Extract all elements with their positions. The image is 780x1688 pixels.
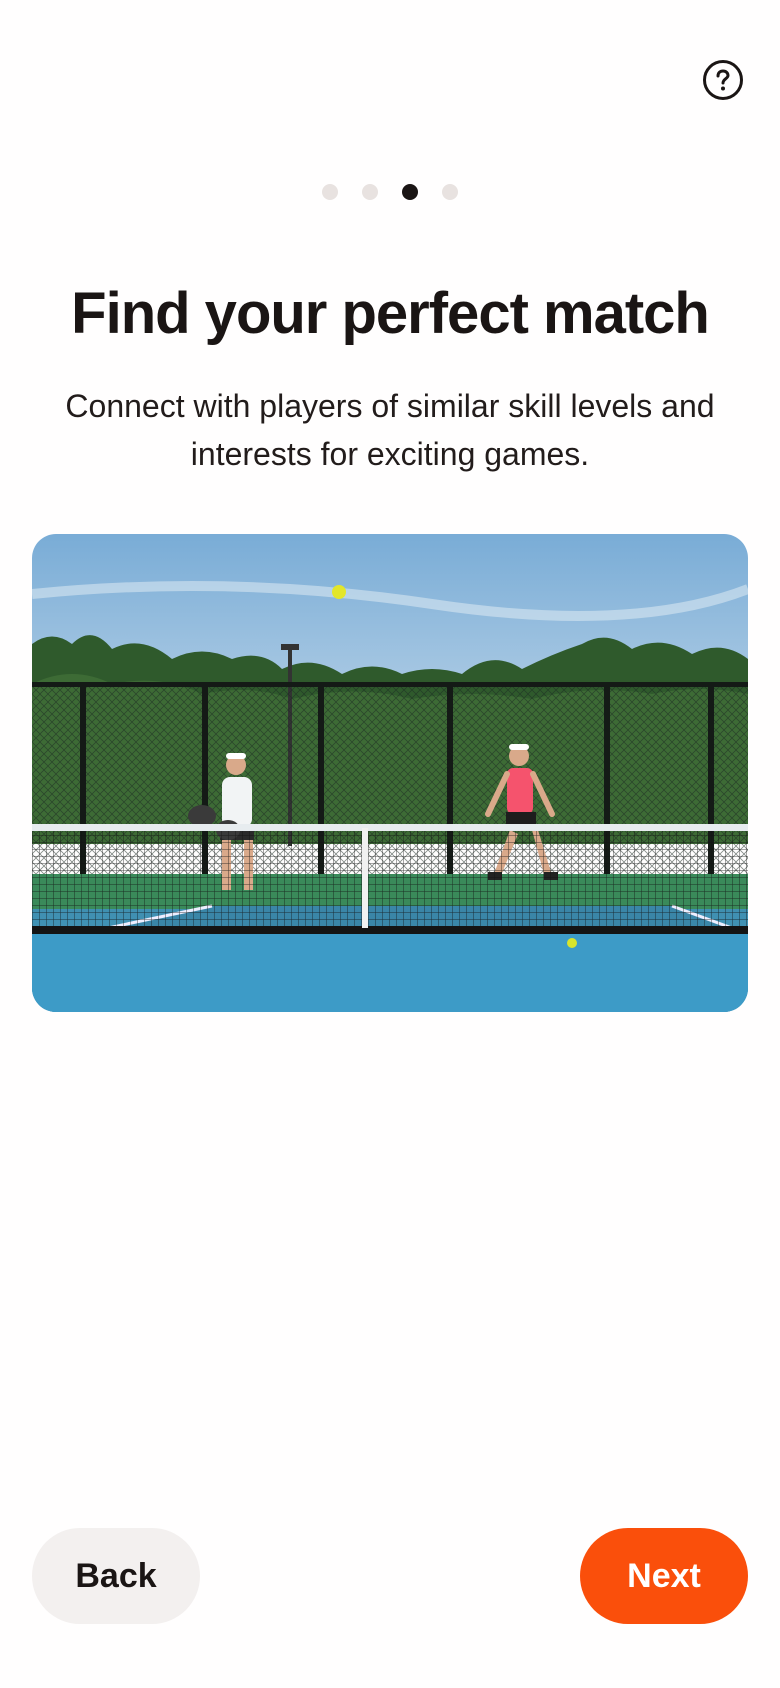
step-dot-active [402, 184, 418, 200]
step-dot [362, 184, 378, 200]
hero-image [32, 534, 748, 1012]
step-indicator [0, 184, 780, 200]
next-button[interactable]: Next [580, 1528, 748, 1624]
help-button[interactable] [703, 60, 743, 100]
back-button[interactable]: Back [32, 1528, 200, 1624]
question-circle-icon [716, 69, 730, 91]
step-dot [322, 184, 338, 200]
page-title: Find your perfect match [71, 281, 710, 346]
page-description: Connect with players of similar skill le… [65, 388, 715, 472]
step-dot [442, 184, 458, 200]
